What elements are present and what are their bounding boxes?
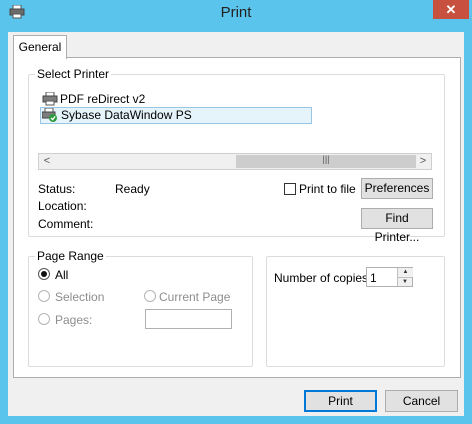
page-range-all-label[interactable]: All — [55, 268, 68, 282]
print-to-file-checkbox[interactable] — [284, 183, 296, 195]
tab-general[interactable]: General — [13, 35, 67, 59]
page-range-selection-radio[interactable] — [38, 290, 50, 302]
comment-label: Comment: — [38, 217, 94, 231]
close-icon: ✕ — [445, 2, 457, 17]
printer-item-sybase-datawindow[interactable]: Sybase DataWindow PS — [40, 107, 312, 124]
preferences-button[interactable]: Preferences — [361, 178, 433, 199]
find-printer-button[interactable]: Find Printer... — [361, 208, 433, 244]
page-range-pages-label[interactable]: Pages: — [55, 313, 92, 327]
scroll-right-icon[interactable]: > — [415, 154, 431, 169]
window-title: Print — [220, 4, 252, 21]
scroll-grip-icon: ||| — [322, 154, 330, 164]
cancel-button[interactable]: Cancel — [385, 390, 458, 412]
page-range-pages-radio[interactable] — [38, 313, 50, 325]
close-button[interactable]: ✕ — [433, 0, 469, 19]
pages-input[interactable] — [145, 309, 232, 329]
default-printer-icon — [41, 107, 58, 122]
page-range-all-radio[interactable] — [38, 268, 50, 280]
copies-stepper[interactable]: 1 ▲ ▼ — [366, 267, 413, 287]
copies-up-icon[interactable]: ▲ — [397, 268, 413, 277]
tab-general-label: General — [18, 40, 62, 54]
printer-list-scrollbar[interactable]: < ||| > — [38, 153, 432, 170]
location-label: Location: — [38, 199, 87, 213]
page-range-legend: Page Range — [35, 249, 106, 263]
printer-name: Sybase DataWindow PS — [61, 108, 192, 122]
print-button[interactable]: Print — [304, 390, 377, 412]
printer-icon — [42, 91, 58, 106]
scroll-thumb[interactable]: ||| — [236, 154, 416, 168]
printer-item-pdf-redirect[interactable]: PDF reDirect v2 — [40, 91, 311, 107]
page-range-selection-label[interactable]: Selection — [55, 290, 104, 304]
print-to-file-label[interactable]: Print to file — [299, 182, 356, 196]
copies-value[interactable]: 1 — [370, 271, 377, 285]
status-label: Status: — [38, 182, 76, 196]
page-range-current-page-radio[interactable] — [144, 290, 156, 302]
copies-down-icon[interactable]: ▼ — [397, 277, 412, 286]
scroll-left-icon[interactable]: < — [39, 154, 55, 169]
printer-name: PDF reDirect v2 — [60, 92, 146, 106]
page-range-current-page-label[interactable]: Current Page — [159, 290, 230, 304]
status-value: Ready — [115, 182, 150, 196]
number-of-copies-label: Number of copies: — [274, 271, 372, 285]
select-printer-legend: Select Printer — [35, 67, 112, 81]
